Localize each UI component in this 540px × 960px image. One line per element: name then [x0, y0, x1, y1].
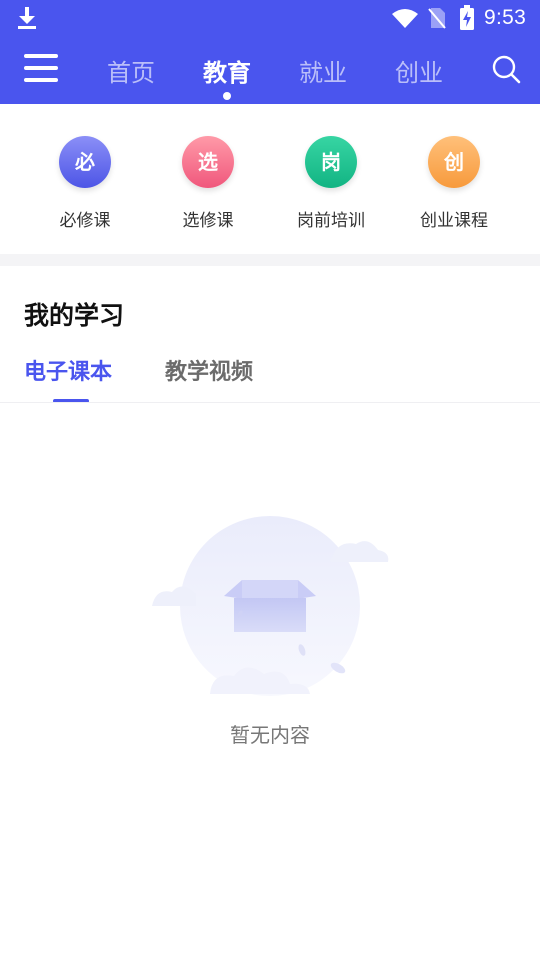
category-required-courses[interactable]: 必 必修课	[30, 136, 140, 231]
category-elective-courses[interactable]: 选 选修课	[153, 136, 263, 231]
category-pre-job-training[interactable]: 岗 岗前培训	[276, 136, 386, 231]
elective-course-icon: 选	[182, 136, 234, 188]
entrepreneurship-course-icon: 创	[428, 136, 480, 188]
tab-teaching-videos[interactable]: 教学视频	[165, 354, 253, 386]
category-label: 必修课	[59, 211, 111, 231]
app-header: 9:53 首页 教育 就业 创业	[0, 0, 540, 104]
download-icon	[18, 7, 36, 29]
active-tab-indicator	[223, 92, 231, 100]
search-icon[interactable]	[491, 54, 521, 84]
category-label: 岗前培训	[297, 211, 365, 231]
nav-tab-home[interactable]: 首页	[107, 53, 155, 88]
category-label: 选修课	[182, 211, 234, 231]
section-divider	[0, 254, 540, 266]
battery-charging-icon	[460, 5, 474, 30]
required-course-icon: 必	[59, 136, 111, 188]
status-clock: 9:53	[484, 6, 527, 29]
empty-box-illustration	[152, 516, 389, 696]
category-entrepreneurship-courses[interactable]: 创 创业课程	[399, 136, 509, 231]
nav-tab-education[interactable]: 教育	[203, 53, 251, 88]
no-sim-icon	[428, 8, 446, 29]
tab-e-textbooks[interactable]: 电子课本	[24, 354, 112, 386]
menu-icon[interactable]	[24, 54, 58, 84]
my-study-title: 我的学习	[24, 301, 125, 330]
pre-job-training-icon: 岗	[305, 136, 357, 188]
category-shortcuts: 必 必修课 选 选修课 岗 岗前培训 创 创业课程	[0, 104, 540, 254]
tabs-divider	[0, 402, 540, 403]
empty-state-text: 暂无内容	[230, 723, 310, 747]
top-nav: 首页 教育 就业 创业	[0, 36, 540, 104]
status-bar: 9:53	[0, 0, 540, 36]
wifi-icon	[392, 9, 418, 28]
nav-tab-employment[interactable]: 就业	[299, 53, 347, 88]
category-label: 创业课程	[420, 211, 488, 231]
nav-tab-entrepreneurship[interactable]: 创业	[395, 53, 443, 88]
